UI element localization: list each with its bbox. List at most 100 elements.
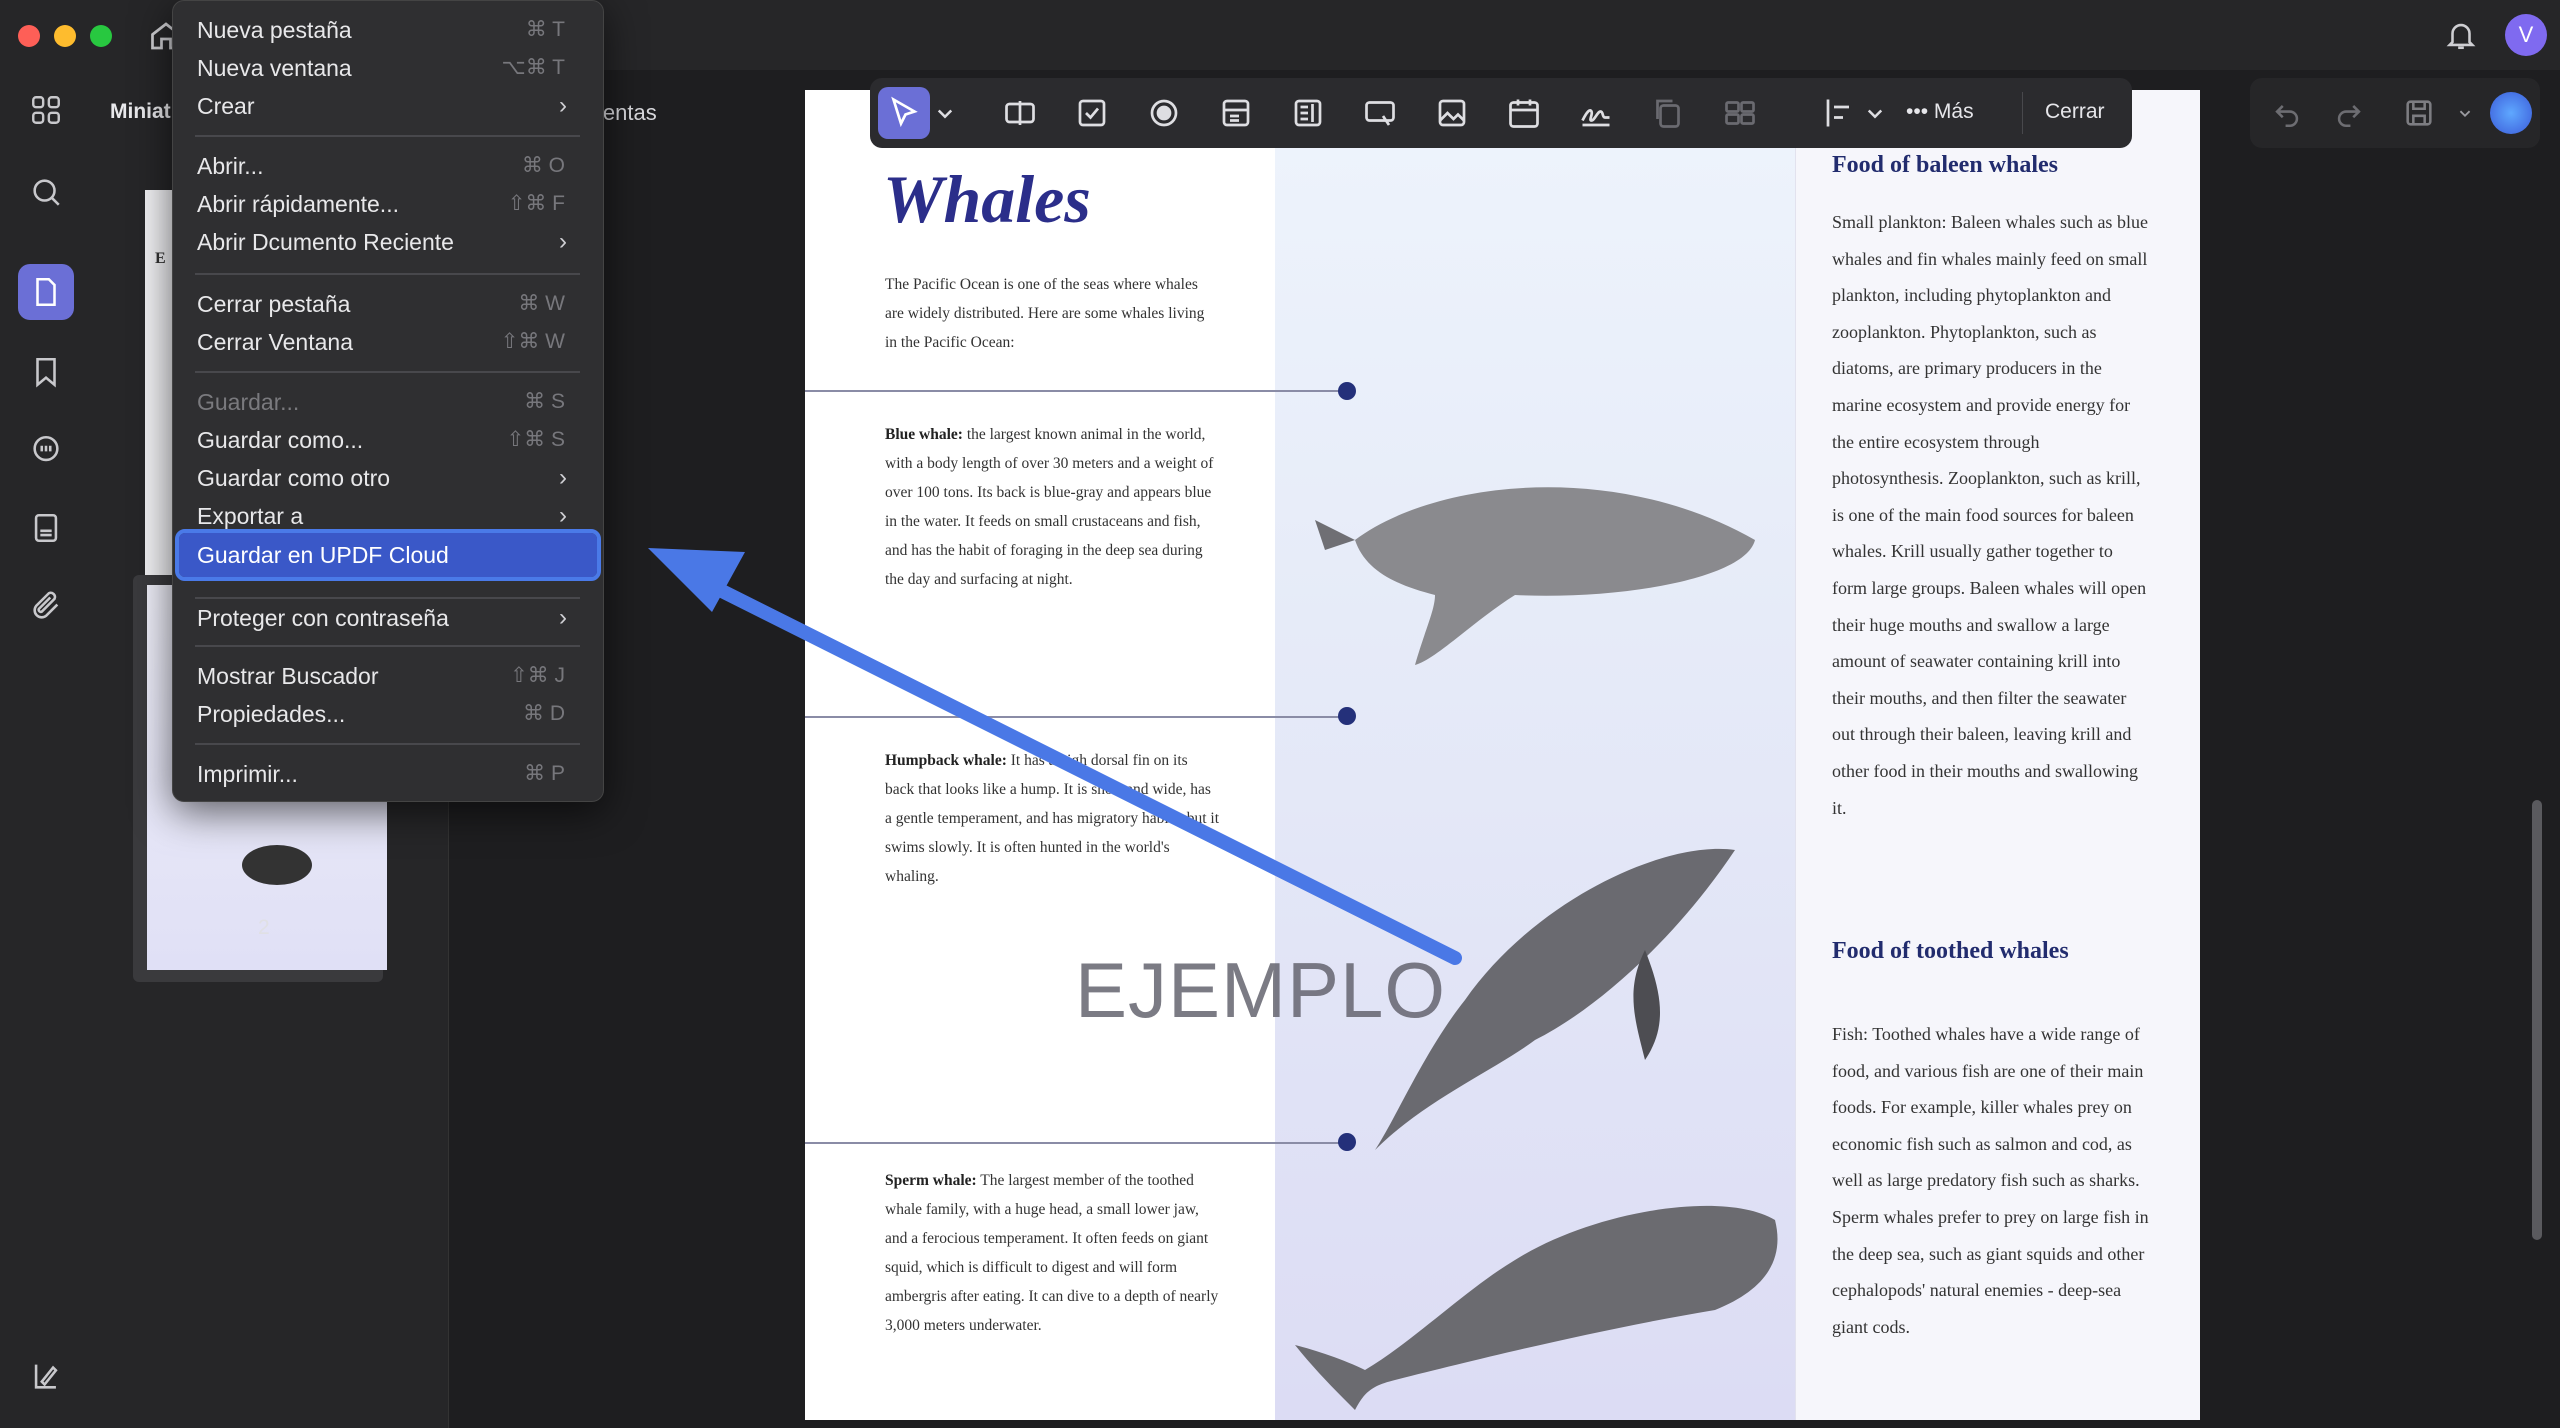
humpback-entry: Humpback whale: It has a high dorsal fin… <box>885 746 1220 891</box>
menu-separator <box>195 371 580 373</box>
layers-icon[interactable] <box>18 1348 74 1404</box>
select-tool-button[interactable] <box>878 87 930 139</box>
timeline-dot-1 <box>1338 382 1356 400</box>
humpback-text: It has a high dorsal fin on its back tha… <box>885 752 1220 885</box>
toothed-heading: Food of toothed whales <box>1832 938 2069 964</box>
redo-icon[interactable] <box>2332 96 2366 135</box>
menu-separator <box>195 273 580 275</box>
left-rail <box>0 70 91 1428</box>
timeline-line-2 <box>805 716 1345 718</box>
menu-item-close-window[interactable]: Cerrar Ventana ⇧⌘ W <box>197 323 587 361</box>
watermark-text: EJEMPLO <box>1075 946 1447 1034</box>
ai-assistant-icon[interactable] <box>2490 92 2532 134</box>
avatar[interactable]: V <box>2505 14 2547 56</box>
timeline-line-1 <box>805 390 1345 392</box>
annotation-toolbar: ••• Más Cerrar <box>870 78 2132 148</box>
blue-whale-entry: Blue whale: the largest known animal in … <box>885 420 1220 594</box>
chevron-down-icon[interactable] <box>930 87 960 139</box>
text-field-tool-button[interactable] <box>994 87 1046 139</box>
align-chevron-icon[interactable] <box>1860 87 1890 139</box>
chevron-right-icon: › <box>559 604 567 631</box>
menu-separator <box>195 743 580 745</box>
text-column: Food of baleen whales Small plankton: Ba… <box>1795 90 2200 1420</box>
grid-icon[interactable] <box>1714 87 1766 139</box>
menu-item-save-as[interactable]: Guardar como... ⇧⌘ S <box>197 421 587 459</box>
zoom-window-button[interactable] <box>90 25 112 47</box>
radio-button-tool-button[interactable] <box>1138 87 1190 139</box>
checkbox-tool-button[interactable] <box>1066 87 1118 139</box>
sperm-whale-name: Sperm whale: <box>885 1172 977 1189</box>
document-title: Whales <box>883 161 1091 237</box>
align-icon[interactable] <box>1814 87 1866 139</box>
more-dots-icon: ••• <box>1906 100 1929 123</box>
toothed-paragraph: Fish: Toothed whales have a wide range o… <box>1832 1024 2149 1337</box>
menu-item-export[interactable]: Exportar a › <box>197 497 587 535</box>
menu-separator <box>195 135 580 137</box>
timeline-dot-2 <box>1338 707 1356 725</box>
signature-icon[interactable] <box>1570 87 1622 139</box>
menu-item-open-recent[interactable]: Abrir Dcumento Reciente › <box>197 223 587 261</box>
timeline-dot-3 <box>1338 1133 1356 1151</box>
sperm-whale-text: The largest member of the toothed whale … <box>885 1172 1219 1334</box>
vertical-scrollbar[interactable] <box>2532 800 2542 1240</box>
menu-item-save-as-other[interactable]: Guardar como otro › <box>197 459 587 497</box>
copy-icon[interactable] <box>1642 87 1694 139</box>
more-label: Más <box>1933 100 1974 123</box>
menu-item-new-window[interactable]: Nueva ventana ⌥⌘ T <box>197 49 587 87</box>
menu-separator <box>195 645 580 647</box>
thumbnail-panel-title: Miniat <box>110 100 171 123</box>
menu-item-print[interactable]: Imprimir... ⌘ P <box>197 755 587 793</box>
pages-icon[interactable] <box>18 500 74 556</box>
save-icon[interactable] <box>2402 96 2436 135</box>
menu-item-quick-open[interactable]: Abrir rápidamente... ⇧⌘ F <box>197 185 587 223</box>
bookmark-icon[interactable] <box>18 344 74 400</box>
image-tool-button[interactable] <box>1426 87 1478 139</box>
pdf-page: EJEMPLO Whales The Pacific Ocean is one … <box>805 90 2200 1420</box>
file-menu: Nueva pestaña ⌘ T Nueva ventana ⌥⌘ T Crear… <box>172 0 604 802</box>
minimize-window-button[interactable] <box>54 25 76 47</box>
list-box-tool-button[interactable] <box>1282 87 1334 139</box>
menu-item-close-tab[interactable]: Cerrar pestaña ⌘ W <box>197 285 587 323</box>
menu-item-protect-password[interactable]: Proteger con contraseña › <box>197 599 587 637</box>
undo-icon[interactable] <box>2270 96 2304 135</box>
chevron-right-icon: › <box>559 228 567 255</box>
baleen-paragraph: Small plankton: Baleen whales such as bl… <box>1832 212 2148 818</box>
tab-label-fragment: ientas <box>598 100 657 125</box>
blue-whale-illustration <box>1315 487 1755 665</box>
toolbar-divider <box>2022 92 2023 134</box>
page-number-label: 2 <box>258 916 270 939</box>
blue-whale-name: Blue whale: <box>885 426 963 443</box>
thumbnails-icon[interactable] <box>18 264 74 320</box>
menu-item-save: Guardar... ⌘ S <box>197 389 565 415</box>
apps-grid-icon[interactable] <box>18 82 74 138</box>
comment-icon[interactable] <box>18 422 74 478</box>
calendar-icon[interactable] <box>1498 87 1550 139</box>
close-button[interactable]: Cerrar <box>2045 100 2105 124</box>
chevron-right-icon: › <box>559 92 567 119</box>
timeline-line-3 <box>805 1142 1345 1144</box>
sperm-whale-illustration <box>1295 1205 1778 1410</box>
menu-item-properties[interactable]: Propiedades... ⌘ D <box>197 695 587 733</box>
sperm-whale-entry: Sperm whale: The largest member of the t… <box>885 1166 1220 1340</box>
right-toolbar <box>2250 78 2540 148</box>
chevron-right-icon: › <box>559 464 567 491</box>
chevron-right-icon: › <box>559 502 567 529</box>
more-button[interactable]: ••• Más <box>1906 100 1974 124</box>
menu-item-save-to-cloud[interactable]: Guardar en UPDF Cloud <box>175 529 601 581</box>
illustration-column: EJEMPLO <box>1075 90 1795 1420</box>
menu-item-show-finder[interactable]: Mostrar Buscador ⇧⌘ J <box>197 657 587 695</box>
menu-item-new-tab[interactable]: Nueva pestaña ⌘ T <box>197 11 587 49</box>
button-tool-button[interactable] <box>1354 87 1406 139</box>
humpback-name: Humpback whale: <box>885 752 1007 769</box>
search-icon[interactable] <box>18 164 74 220</box>
blue-whale-text: the largest known animal in the world, w… <box>885 426 1214 588</box>
baleen-heading: Food of baleen whales <box>1832 152 2059 178</box>
bell-icon[interactable] <box>2444 18 2478 52</box>
close-window-button[interactable] <box>18 25 40 47</box>
attachment-icon[interactable] <box>18 578 74 634</box>
save-chevron-icon[interactable] <box>2454 102 2476 129</box>
menu-item-open[interactable]: Abrir... ⌘ O <box>197 147 587 185</box>
dropdown-tool-button[interactable] <box>1210 87 1262 139</box>
menu-item-create[interactable]: Crear › <box>197 87 587 125</box>
intro-paragraph: The Pacific Ocean is one of the seas whe… <box>885 276 1205 351</box>
